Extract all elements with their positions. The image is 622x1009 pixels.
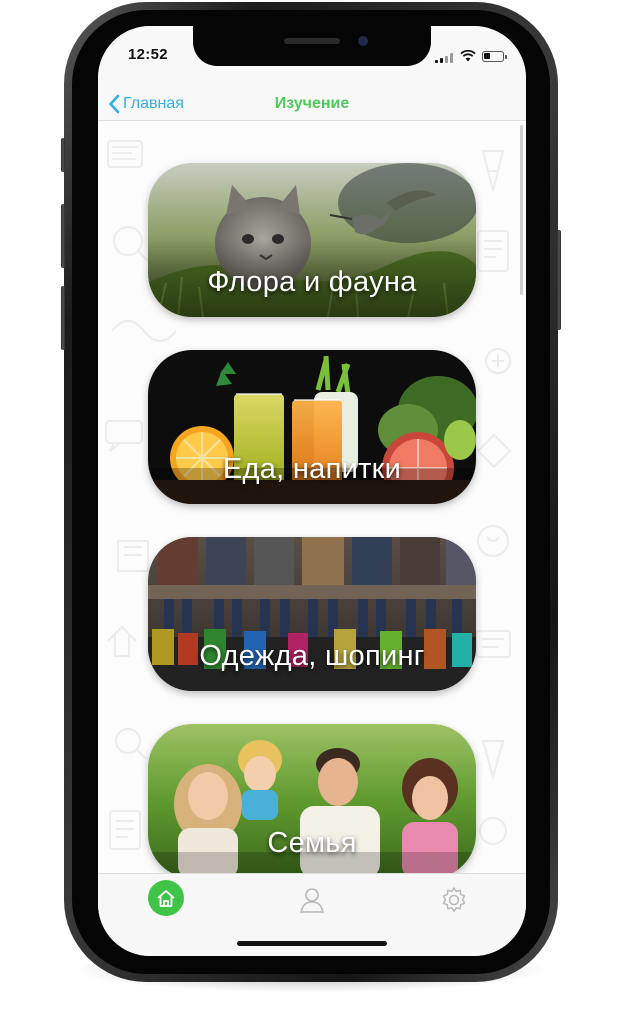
app-screen: 12:52 Главная Изучение Флора и фауна Еда… [98,26,526,956]
page-title: Изучение [274,95,350,112]
notch [193,26,431,66]
tab-home[interactable] [148,880,184,916]
navigation-bar: Главная Изучение [98,88,526,121]
mute-switch [61,138,65,172]
battery-level [484,53,490,59]
status-time: 12:52 [128,46,168,63]
category-list[interactable]: Флора и фауна Еда, напитки Одежда, шопин… [98,121,526,873]
category-card-food-drinks[interactable]: Еда, напитки [148,350,476,504]
category-card-flora-fauna[interactable]: Флора и фауна [148,163,476,317]
signal-icon [435,53,453,63]
gear-icon [442,887,466,912]
profile-icon [300,888,324,913]
category-card-clothes-shopping[interactable]: Одежда, шопинг [148,537,476,691]
tab-settings[interactable] [434,880,474,920]
wifi-icon [460,49,476,62]
scrollbar[interactable] [520,125,523,295]
category-card-family[interactable]: Семья [148,724,476,873]
category-label: Еда, напитки [222,453,402,485]
tab-profile[interactable] [292,880,332,920]
power-button [557,230,561,330]
category-label: Флора и фауна [207,266,417,298]
front-camera [358,36,368,46]
volume-down-button [61,286,65,350]
category-label: Семья [267,827,357,859]
status-bar: 12:52 [98,26,526,88]
home-icon [157,890,175,907]
speaker-grille [284,38,340,44]
home-indicator[interactable] [237,941,387,946]
battery-icon [482,51,507,62]
volume-up-button [61,204,65,268]
category-label: Одежда, шопинг [199,640,425,672]
